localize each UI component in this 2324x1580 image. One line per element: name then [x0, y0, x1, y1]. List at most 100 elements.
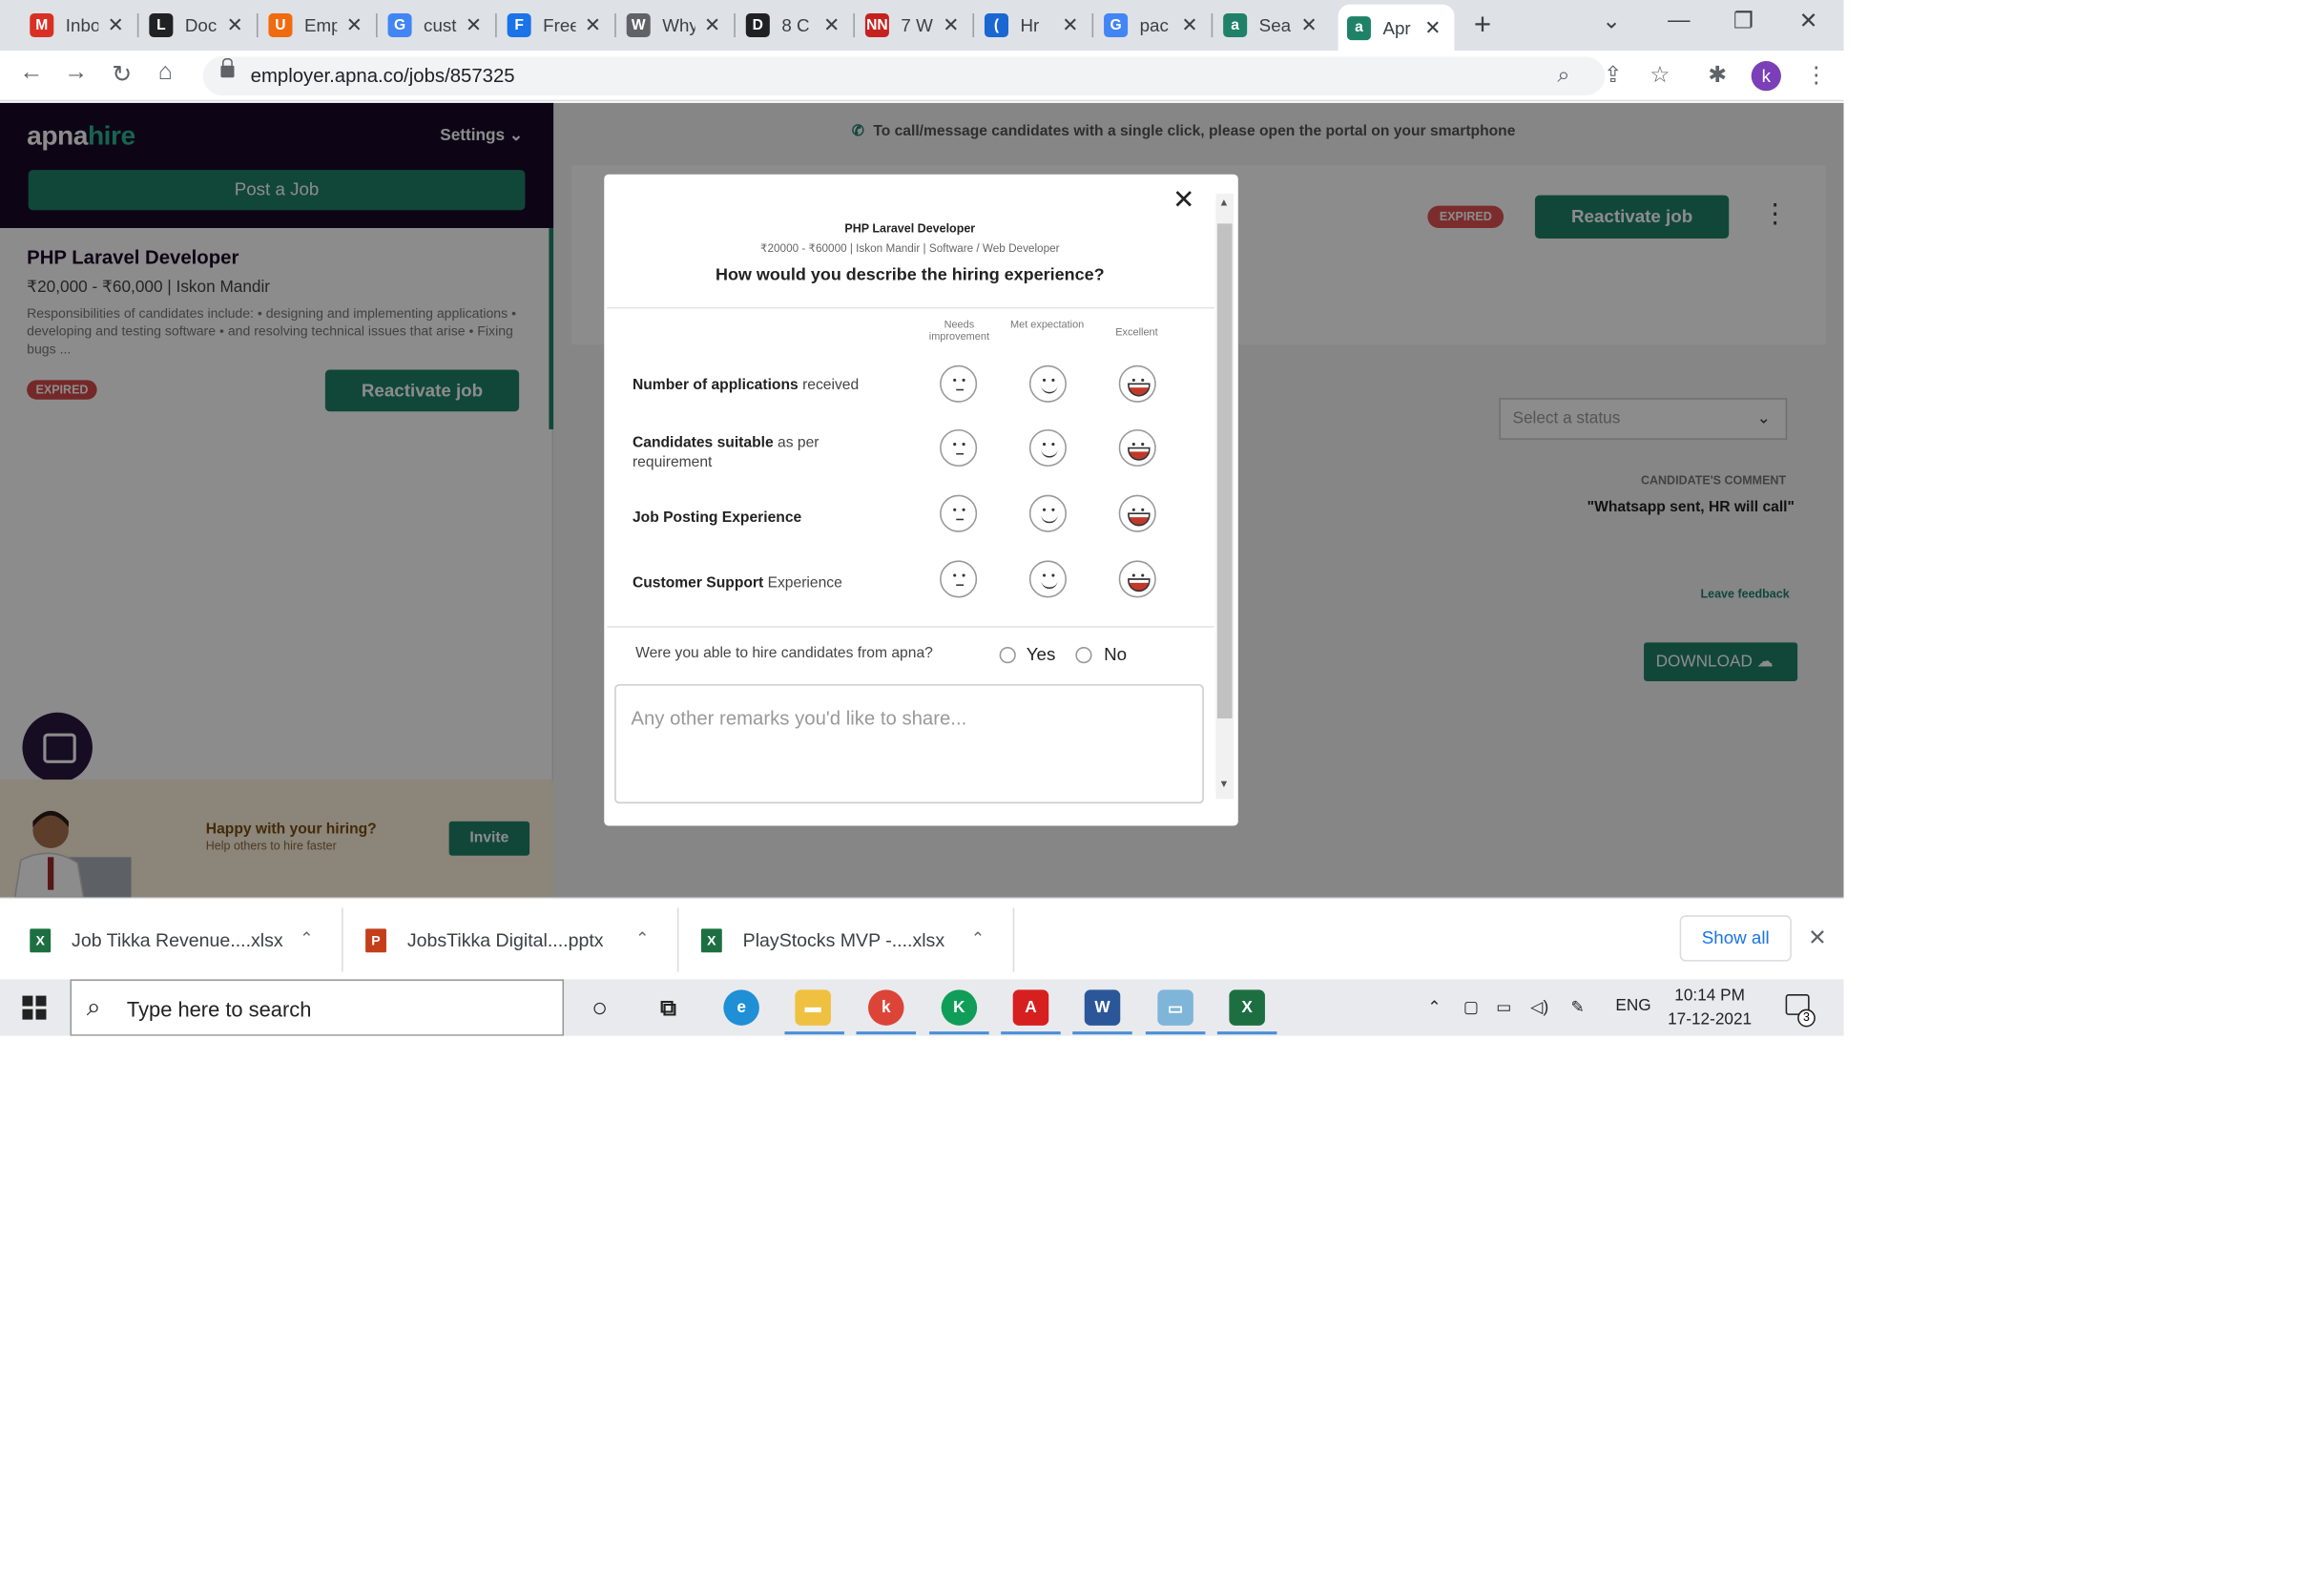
- tab-title: Why: [662, 14, 695, 36]
- download-item[interactable]: X Job Tikka Revenue....xlsx: [30, 899, 283, 981]
- chevron-up-icon[interactable]: ⌃: [635, 928, 649, 948]
- needs-improvement-face-icon[interactable]: [940, 428, 978, 467]
- tab-separator: [614, 13, 616, 38]
- reload-icon[interactable]: ↻: [112, 59, 132, 89]
- scroll-up-icon[interactable]: ▲: [1218, 198, 1229, 209]
- close-tab-icon[interactable]: ✕: [1181, 13, 1197, 37]
- browser-tab[interactable]: Gcust ✕: [379, 6, 492, 45]
- chevron-up-icon[interactable]: ⌃: [971, 928, 985, 948]
- share-icon[interactable]: ⇪: [1604, 61, 1623, 89]
- clock[interactable]: 10:14 PM 17-12-2021: [1668, 984, 1752, 1031]
- extensions-icon[interactable]: ✱: [1708, 61, 1727, 89]
- close-tab-icon[interactable]: ✕: [1062, 13, 1078, 37]
- file-explorer-icon[interactable]: ▬: [795, 989, 831, 1026]
- close-tab-icon[interactable]: ✕: [227, 13, 243, 37]
- d-icon: D: [745, 13, 770, 38]
- new-tab-button[interactable]: +: [1474, 9, 1491, 43]
- edge-icon[interactable]: e: [723, 989, 759, 1026]
- tab-title: pac: [1139, 14, 1169, 36]
- restore-icon[interactable]: ❐: [1733, 8, 1753, 34]
- modal-scrollbar[interactable]: ▲ ▼: [1215, 194, 1235, 800]
- notification-count: 3: [1797, 1008, 1816, 1028]
- minimize-icon[interactable]: —: [1668, 8, 1690, 33]
- met-expectation-face-icon[interactable]: [1028, 494, 1067, 532]
- needs-improvement-face-icon[interactable]: [940, 494, 978, 532]
- browser-tab[interactable]: L Doc ✕: [140, 6, 254, 45]
- taskbar-search[interactable]: ⌕ Type here to search: [70, 979, 565, 1036]
- close-tab-icon[interactable]: ✕: [466, 13, 482, 37]
- needs-improvement-face-icon[interactable]: [940, 560, 978, 598]
- needs-improvement-face-icon[interactable]: [940, 364, 978, 403]
- browser-tab[interactable]: Gpac ✕: [1095, 6, 1209, 45]
- cortana-icon[interactable]: ○: [582, 989, 618, 1025]
- yes-radio[interactable]: [999, 647, 1016, 664]
- battery-icon[interactable]: ▭: [1496, 997, 1511, 1017]
- browser-tab[interactable]: U Emp ✕: [259, 6, 373, 45]
- language-indicator[interactable]: ENG: [1615, 997, 1650, 1015]
- browser-tab[interactable]: NN 7 W ✕: [857, 6, 970, 45]
- browser-tab[interactable]: a Sea ✕: [1214, 6, 1328, 45]
- close-tab-icon[interactable]: ✕: [823, 13, 840, 37]
- notepad-icon[interactable]: ▭: [1157, 989, 1193, 1026]
- browser-tab[interactable]: W Why ✕: [617, 6, 731, 45]
- tab-search-icon[interactable]: ⌄: [1602, 8, 1621, 34]
- back-icon[interactable]: ←: [19, 59, 43, 86]
- close-window-icon[interactable]: ✕: [1799, 8, 1818, 34]
- download-separator: [1012, 907, 1015, 972]
- close-icon[interactable]: ✕: [1808, 925, 1827, 951]
- tab-title: 7 W: [901, 14, 933, 36]
- remarks-textarea[interactable]: Any other remarks you'd like to share...: [614, 684, 1204, 804]
- excellent-face-icon[interactable]: [1118, 364, 1156, 403]
- close-tab-icon[interactable]: ✕: [346, 13, 363, 37]
- excellent-face-icon[interactable]: [1118, 494, 1156, 532]
- excellent-face-icon[interactable]: [1118, 560, 1156, 598]
- close-tab-icon[interactable]: ✕: [1424, 15, 1441, 39]
- yes-label[interactable]: Yes: [1027, 644, 1056, 665]
- no-radio[interactable]: [1075, 647, 1092, 664]
- met-expectation-face-icon[interactable]: [1028, 428, 1067, 467]
- excel-icon[interactable]: X: [1229, 989, 1265, 1026]
- chevron-up-icon[interactable]: ⌃: [300, 928, 313, 948]
- volume-icon[interactable]: ◁): [1530, 997, 1548, 1017]
- met-expectation-face-icon[interactable]: [1028, 560, 1067, 598]
- close-tab-icon[interactable]: ✕: [704, 13, 720, 37]
- close-tab-icon[interactable]: ✕: [943, 13, 959, 37]
- met-expectation-face-icon[interactable]: [1028, 364, 1067, 403]
- tab-separator: [376, 13, 378, 38]
- zoom-icon[interactable]: ⌕: [1557, 63, 1569, 89]
- download-filename: PlayStocks MVP -....xlsx: [742, 929, 945, 950]
- scrollbar-thumb[interactable]: [1216, 223, 1233, 719]
- download-item[interactable]: X PlayStocks MVP -....xlsx: [700, 899, 945, 981]
- task-view-icon[interactable]: ⧉: [651, 989, 687, 1025]
- profile-avatar[interactable]: k: [1751, 61, 1781, 92]
- browser-tab[interactable]: a Apr ✕: [1338, 4, 1455, 52]
- excellent-face-icon[interactable]: [1118, 428, 1156, 467]
- forward-icon[interactable]: →: [64, 59, 88, 86]
- no-label[interactable]: No: [1104, 644, 1127, 665]
- download-item[interactable]: P JobsTikka Digital....pptx: [365, 899, 604, 981]
- menu-kebab-icon[interactable]: ⋮: [1805, 61, 1827, 89]
- browser-tab[interactable]: (Hr ✕: [976, 6, 1089, 45]
- pen-icon[interactable]: ✎: [1570, 997, 1584, 1017]
- browser-tab[interactable]: M Inbox ✕: [21, 6, 135, 45]
- close-icon[interactable]: ✕: [1172, 185, 1195, 217]
- home-icon[interactable]: ⌂: [158, 59, 173, 86]
- bookmark-star-icon[interactable]: ☆: [1650, 61, 1670, 89]
- active-indicator: [784, 1031, 844, 1035]
- browser-tab[interactable]: D 8 C ✕: [737, 6, 850, 45]
- close-tab-icon[interactable]: ✕: [1300, 13, 1317, 37]
- word-icon[interactable]: W: [1084, 989, 1121, 1026]
- windows-start-icon[interactable]: [22, 995, 47, 1020]
- scroll-down-icon[interactable]: ▼: [1218, 780, 1229, 790]
- address-bar[interactable]: employer.apna.co/jobs/857325 ⌕: [202, 56, 1606, 95]
- browser-tab[interactable]: F Free ✕: [498, 6, 612, 45]
- close-tab-icon[interactable]: ✕: [585, 13, 601, 37]
- chrome-profile-k-icon[interactable]: k: [868, 989, 904, 1026]
- acrobat-icon[interactable]: A: [1012, 989, 1049, 1026]
- google-icon: G: [387, 13, 412, 38]
- chrome-profile-K-icon[interactable]: K: [941, 989, 978, 1026]
- show-all-button[interactable]: Show all: [1679, 915, 1792, 962]
- show-hidden-icons-icon[interactable]: ⌃: [1427, 997, 1441, 1017]
- close-tab-icon[interactable]: ✕: [108, 13, 124, 37]
- meet-now-icon[interactable]: ▢: [1463, 997, 1479, 1017]
